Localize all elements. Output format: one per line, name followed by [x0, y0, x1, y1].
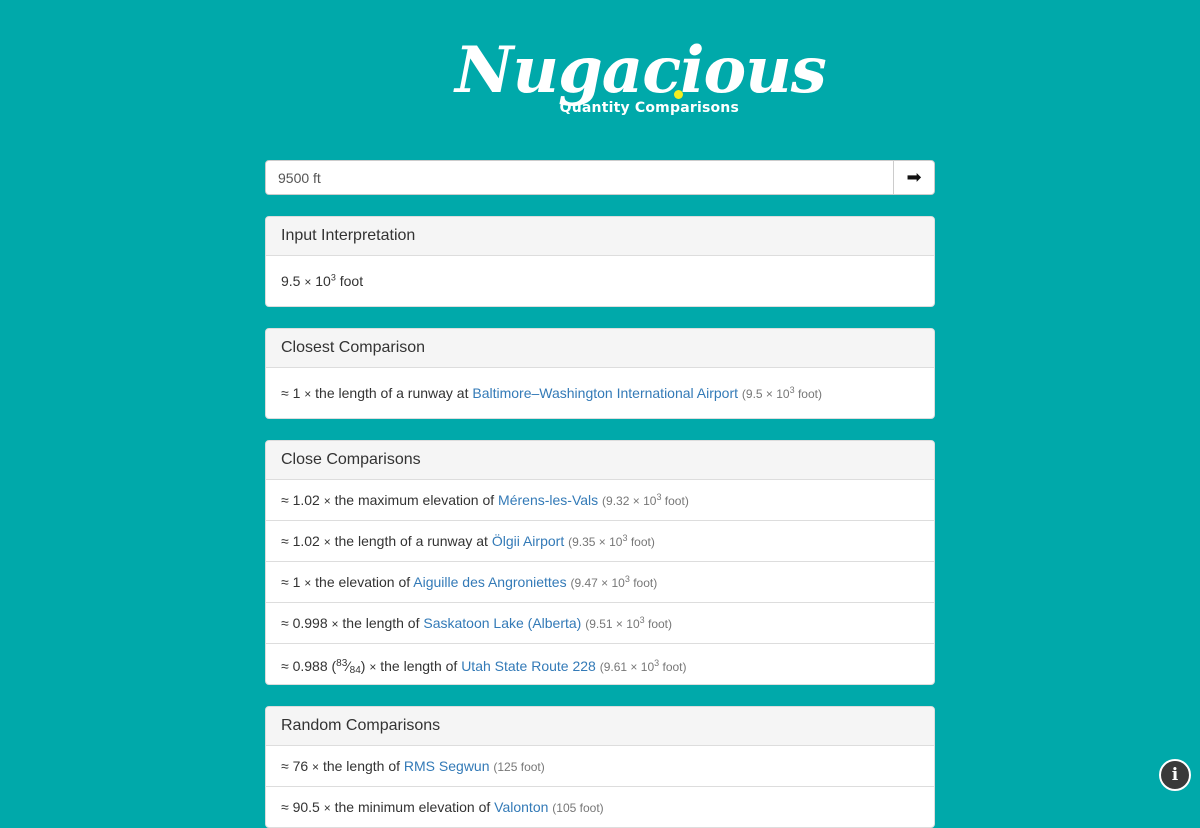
comparison-link[interactable]: Saskatoon Lake (Alberta)	[423, 615, 581, 631]
logo[interactable]: Nugacious Quantity Comparisons	[455, 33, 827, 122]
closest-comparison-panel: Closest Comparison ≈ 1 × the length of a…	[265, 328, 935, 419]
comparison-text: the maximum elevation of	[334, 492, 495, 508]
logo-dot	[674, 90, 683, 99]
approx-factor: ≈ 1	[281, 574, 301, 590]
comparison-quantity: (9.51 × 103 foot)	[585, 615, 672, 632]
unit: foot	[339, 273, 364, 289]
comparison-link[interactable]: Valonton	[494, 799, 548, 815]
comparison-text: the length of a runway at	[334, 533, 488, 549]
comparison-item: ≈ 1 × the length of a runway at Baltimor…	[266, 368, 934, 418]
comparison-quantity: (9.47 × 103 foot)	[570, 574, 658, 591]
logo-text: Nugacious	[455, 33, 827, 108]
comparison-link[interactable]: Utah State Route 228	[461, 658, 596, 674]
comparison-text: the length of	[342, 615, 420, 631]
logo-tagline: Quantity Comparisons	[559, 100, 739, 116]
comparison-text: the length of	[380, 658, 458, 674]
approx-factor: ≈ 1.02	[281, 533, 320, 549]
approx-factor: ≈ 0.988	[281, 658, 328, 674]
approx-factor: ≈ 90.5	[281, 799, 320, 815]
exponent: 3	[330, 272, 336, 283]
comparison-link[interactable]: Mérens-les-Vals	[498, 492, 598, 508]
panel-heading: Random Comparisons	[266, 707, 934, 746]
list-item: ≈ 1.02 × the length of a runway at Ölgii…	[266, 521, 934, 562]
panel-heading: Closest Comparison	[266, 329, 934, 368]
info-icon: i	[1171, 765, 1179, 785]
input-interpretation-panel: Input Interpretation 9.5 × 103 foot	[265, 216, 935, 307]
approx-factor: ≈ 1.02	[281, 492, 320, 508]
comparison-text: the length of	[322, 758, 401, 774]
times-sign: ×	[323, 494, 331, 508]
mantissa: 9.5	[281, 273, 301, 289]
search-input[interactable]	[266, 161, 893, 194]
comparison-link[interactable]: Aiguille des Angroniettes	[413, 574, 566, 590]
list-item: ≈ 0.998 × the length of Saskatoon Lake (…	[266, 603, 934, 644]
times-sign: ×	[323, 801, 331, 815]
header: Nugacious Quantity Comparisons	[0, 0, 1200, 122]
list-item: ≈ 90.5 × the minimum elevation of Valont…	[266, 787, 934, 827]
comparison-text: the elevation of	[315, 574, 411, 590]
list-item: ≈ 0.988 (83⁄84) × the length of Utah Sta…	[266, 644, 934, 684]
comparison-link[interactable]: RMS Segwun	[404, 758, 490, 774]
list-item: ≈ 1 × the elevation of Aiguille des Angr…	[266, 562, 934, 603]
base: 10	[315, 273, 331, 289]
comparison-quantity: (9.35 × 103 foot)	[568, 533, 655, 550]
comparison-text: the length of a runway at	[315, 385, 469, 401]
times-sign: ×	[312, 760, 320, 774]
times-sign: ×	[323, 535, 331, 549]
panel-heading: Input Interpretation	[266, 217, 934, 256]
approx-factor: ≈ 76	[281, 758, 309, 774]
main-container: ➡ Input Interpretation 9.5 × 103 foot Cl…	[265, 160, 935, 828]
comparison-link[interactable]: Baltimore–Washington International Airpo…	[472, 385, 738, 401]
comparison-quantity: (105 foot)	[552, 801, 604, 815]
times-sign: ×	[304, 576, 312, 590]
approx-factor: ≈ 0.998	[281, 615, 328, 631]
times-sign: ×	[304, 275, 312, 289]
close-comparisons-panel: Close Comparisons ≈ 1.02 × the maximum e…	[265, 440, 935, 685]
approx-factor: ≈ 1	[281, 385, 301, 401]
comparison-link[interactable]: Ölgii Airport	[492, 533, 564, 549]
comparison-quantity: (9.61 × 103 foot)	[599, 658, 687, 675]
arrow-right-icon: ➡	[906, 167, 922, 188]
comparison-quantity: (125 foot)	[493, 760, 545, 774]
list-item: ≈ 76 × the length of RMS Segwun (125 foo…	[266, 746, 934, 787]
info-button[interactable]: i	[1159, 759, 1191, 791]
times-sign: ×	[331, 617, 339, 631]
comparison-text: the minimum elevation of	[334, 799, 491, 815]
random-comparisons-panel: Random Comparisons ≈ 76 × the length of …	[265, 706, 935, 828]
fraction: (83⁄84)	[331, 658, 366, 676]
times-sign: ×	[304, 387, 312, 401]
search-form: ➡	[265, 160, 935, 195]
interpretation-value: 9.5 × 103 foot	[266, 256, 934, 306]
times-sign: ×	[369, 660, 377, 674]
list-item: ≈ 1.02 × the maximum elevation of Mérens…	[266, 480, 934, 521]
panel-heading: Close Comparisons	[266, 441, 934, 480]
submit-button[interactable]: ➡	[893, 161, 934, 194]
comparison-quantity: (9.32 × 103 foot)	[602, 492, 689, 509]
comparison-quantity: (9.5 × 103 foot)	[741, 385, 822, 402]
